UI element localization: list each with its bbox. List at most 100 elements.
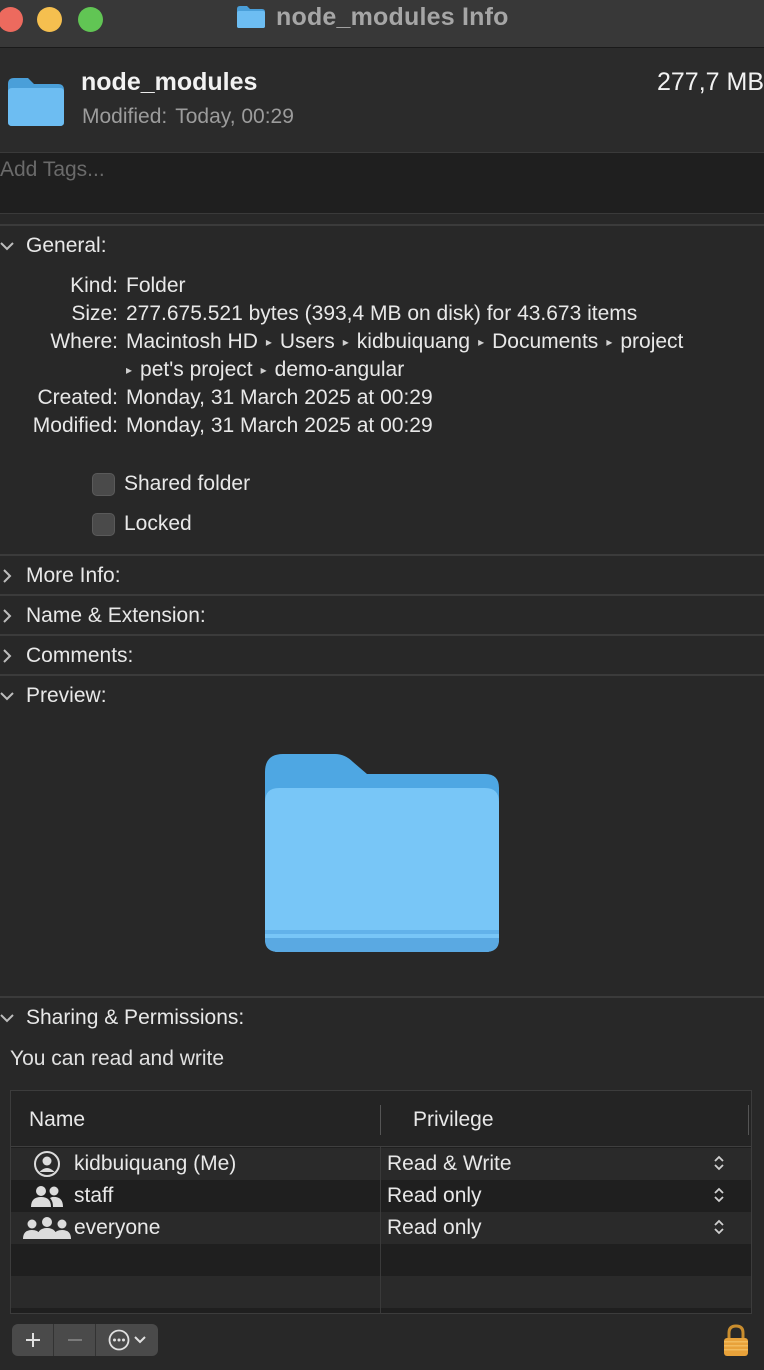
- divider: [0, 554, 764, 556]
- section-more-info-label: More Info:: [26, 564, 121, 587]
- locked-checkbox[interactable]: [92, 512, 115, 536]
- divider: [0, 634, 764, 636]
- path-segment[interactable]: Documents: [492, 330, 598, 353]
- window-title: node_modules Info: [276, 2, 509, 31]
- size-value: 277.675.521 bytes (393,4 MB on disk) for…: [126, 302, 638, 325]
- chevron-right-icon: [0, 648, 20, 664]
- column-header-privilege[interactable]: Privilege: [413, 1108, 494, 1132]
- modified-label: Modified:: [82, 105, 168, 128]
- privilege-popup[interactable]: Read only: [387, 1216, 482, 1240]
- ellipsis-circle-icon: [108, 1329, 130, 1351]
- title-bar: node_modules Info: [0, 0, 764, 48]
- path-separator-icon: ▸: [265, 335, 272, 349]
- tags-field-container: [0, 152, 764, 214]
- modified-value: Today, 00:29: [175, 105, 294, 128]
- shared-folder-checkbox[interactable]: [92, 472, 115, 496]
- table-row-empty: [11, 1244, 751, 1276]
- divider: [0, 996, 764, 998]
- path-separator-icon: ▸: [478, 335, 485, 349]
- path-segment[interactable]: project: [620, 330, 683, 353]
- add-icon: [25, 1333, 40, 1347]
- chevron-right-icon: [0, 568, 20, 584]
- chevron-right-icon: [0, 608, 20, 624]
- kind-value: Folder: [126, 274, 186, 297]
- table-row[interactable]: staff Read only: [11, 1180, 751, 1212]
- modified-row: Modified: Monday, 31 March 2025 at 00:29: [0, 414, 764, 442]
- action-menu-button[interactable]: [96, 1324, 158, 1356]
- column-separator: [748, 1105, 749, 1135]
- minimize-button[interactable]: [37, 7, 62, 32]
- privilege-popup[interactable]: Read & Write: [387, 1152, 512, 1176]
- path-segment[interactable]: Macintosh HD: [126, 330, 258, 353]
- permissions-toolbar: [12, 1324, 158, 1356]
- section-more-info-toggle[interactable]: More Info:: [0, 562, 764, 590]
- path-separator-icon: ▸: [342, 335, 349, 349]
- folder-preview-icon: [265, 754, 499, 952]
- where-path-line2: ▸ pet's project ▸ demo-angular: [126, 358, 404, 382]
- section-general-toggle[interactable]: General:: [0, 232, 764, 260]
- path-separator-icon: ▸: [606, 335, 613, 349]
- privilege-popup[interactable]: Read only: [387, 1184, 482, 1208]
- add-button[interactable]: [12, 1324, 54, 1356]
- window-title-group: node_modules Info: [236, 0, 509, 34]
- close-button[interactable]: [0, 7, 23, 32]
- section-preview-toggle[interactable]: Preview:: [0, 682, 764, 710]
- locked-label: Locked: [124, 512, 192, 535]
- path-separator-icon: ▸: [260, 363, 267, 377]
- info-header: node_modules 277,7 MB Modified: Today, 00…: [0, 48, 764, 152]
- kind-row: Kind: Folder: [0, 274, 764, 302]
- path-segment[interactable]: demo-angular: [275, 358, 405, 381]
- popup-stepper-icon[interactable]: [713, 1154, 725, 1177]
- table-row-empty: [11, 1276, 751, 1308]
- where-label: Where:: [50, 330, 118, 353]
- permissions-table-header: Name Privilege: [11, 1091, 751, 1147]
- chevron-down-icon: [134, 1336, 146, 1344]
- padlock-icon[interactable]: [722, 1324, 750, 1358]
- created-row: Created: Monday, 31 March 2025 at 00:29: [0, 386, 764, 414]
- permissions-table: Name Privilege kidbuiquang (Me) Read & W…: [10, 1090, 752, 1314]
- divider: [0, 594, 764, 596]
- general-modified-label: Modified:: [32, 414, 118, 437]
- table-row[interactable]: kidbuiquang (Me) Read & Write: [11, 1148, 751, 1180]
- chevron-down-icon: [0, 1013, 20, 1023]
- remove-button[interactable]: [54, 1324, 96, 1356]
- popup-stepper-icon[interactable]: [713, 1186, 725, 1209]
- zoom-button[interactable]: [78, 7, 103, 32]
- where-row: Where: Macintosh HD ▸ Users ▸ kidbuiquang ▸ Do…: [0, 330, 764, 358]
- section-sharing-label: Sharing & Permissions:: [26, 1006, 245, 1029]
- locked-option[interactable]: Locked: [92, 511, 192, 537]
- column-header-name[interactable]: Name: [29, 1108, 85, 1132]
- section-preview-label: Preview:: [26, 684, 107, 707]
- permission-summary: You can read and write: [10, 1047, 225, 1070]
- table-row[interactable]: everyone Read only: [11, 1212, 751, 1244]
- user-name: staff: [74, 1184, 114, 1207]
- path-segment[interactable]: pet's project: [140, 358, 253, 381]
- created-value: Monday, 31 March 2025 at 00:29: [126, 386, 433, 409]
- single-user-icon: [21, 1151, 73, 1177]
- item-name: node_modules: [81, 68, 258, 96]
- shared-folder-option[interactable]: Shared folder: [92, 471, 250, 497]
- folder-icon: [8, 78, 64, 126]
- section-sharing-toggle[interactable]: Sharing & Permissions:: [0, 1004, 764, 1032]
- chevron-down-icon: [0, 241, 20, 251]
- created-label: Created:: [37, 386, 118, 409]
- kind-label: Kind:: [70, 274, 118, 297]
- divider: [0, 674, 764, 676]
- tags-input[interactable]: [0, 155, 758, 185]
- user-name: kidbuiquang (Me): [74, 1152, 237, 1175]
- path-segment[interactable]: kidbuiquang: [357, 330, 470, 353]
- where-path-line1: Macintosh HD ▸ Users ▸ kidbuiquang ▸ Documents…: [126, 330, 683, 354]
- chevron-down-icon: [0, 691, 20, 701]
- size-row: Size: 277.675.521 bytes (393,4 MB on dis…: [0, 302, 764, 330]
- column-divider: [380, 1147, 381, 1314]
- size-label: Size:: [71, 302, 118, 325]
- path-segment[interactable]: Users: [280, 330, 335, 353]
- section-name-extension-toggle[interactable]: Name & Extension:: [0, 602, 764, 630]
- section-comments-toggle[interactable]: Comments:: [0, 642, 764, 670]
- popup-stepper-icon[interactable]: [713, 1218, 725, 1241]
- section-comments-label: Comments:: [26, 644, 134, 667]
- shared-folder-label: Shared folder: [124, 472, 251, 495]
- divider: [0, 224, 764, 226]
- item-size: 277,7 MB: [657, 68, 764, 96]
- path-separator-icon: ▸: [126, 363, 133, 377]
